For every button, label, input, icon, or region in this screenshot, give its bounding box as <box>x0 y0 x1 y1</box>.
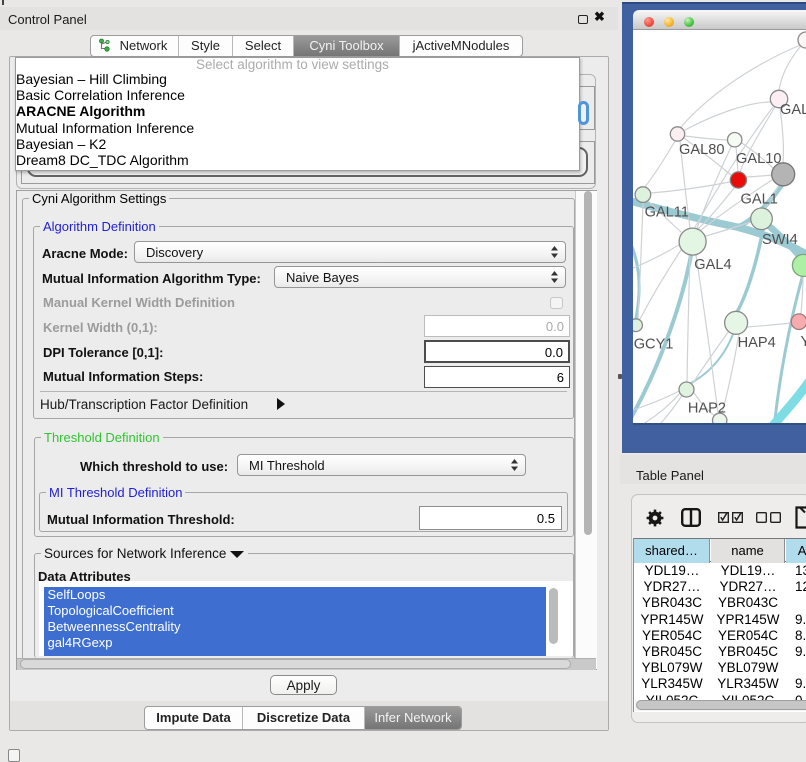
svg-text:GAL10: GAL10 <box>736 151 781 167</box>
svg-text:GAL4: GAL4 <box>694 257 731 273</box>
svg-text:YJ: YJ <box>801 334 806 350</box>
svg-text:SWI4: SWI4 <box>762 232 798 248</box>
svg-text:GAL11: GAL11 <box>645 205 689 221</box>
svg-text:GAL1: GAL1 <box>741 192 778 208</box>
svg-text:HAP4: HAP4 <box>738 335 776 351</box>
svg-text:HAP2: HAP2 <box>688 401 726 417</box>
svg-text:GCY1: GCY1 <box>634 336 674 352</box>
svg-text:GAL80: GAL80 <box>679 142 724 158</box>
svg-text:GAL7: GAL7 <box>780 102 806 118</box>
